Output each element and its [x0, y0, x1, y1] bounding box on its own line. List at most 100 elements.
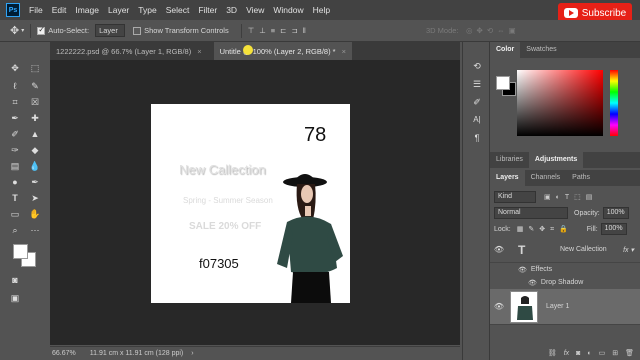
new-layer-icon[interactable]: ⊞: [612, 349, 618, 357]
link-icon[interactable]: ⛓: [548, 349, 557, 357]
filter-icons[interactable]: ▣◐T⬚▤: [544, 193, 597, 201]
youtube-play-icon: [563, 8, 578, 18]
color-picker-field[interactable]: [517, 70, 603, 136]
lock-row: Lock: ▦✎✥⌗🔒 Fill: 100%: [490, 221, 640, 237]
lasso-tool-icon[interactable]: ℓ: [9, 80, 21, 92]
menu-view[interactable]: View: [246, 5, 264, 15]
character-icon[interactable]: A|: [471, 114, 483, 126]
lock-icons[interactable]: ▦✎✥⌗🔒: [517, 225, 573, 234]
tab-swatches[interactable]: Swatches: [520, 42, 562, 58]
document-canvas[interactable]: 78 New Callection Spring - Summer Season…: [151, 104, 350, 303]
blend-mode-dropdown[interactable]: Normal: [494, 207, 568, 219]
zoom-level[interactable]: 66.67%: [52, 350, 76, 357]
eye-icon[interactable]: 👁: [492, 245, 506, 254]
panel-dock-strip: ⟲ ☰ ✐ A| ¶: [462, 42, 490, 360]
move-tool-icon[interactable]: ✥: [10, 24, 19, 37]
subscribe-label: Subscribe: [581, 7, 627, 19]
menu-filter[interactable]: Filter: [198, 5, 217, 15]
folder-icon[interactable]: ▭: [599, 349, 606, 357]
paragraph-icon[interactable]: ¶: [471, 132, 483, 144]
quick-select-tool-icon[interactable]: ✎: [29, 80, 41, 92]
layer-row-text[interactable]: 👁 T New Callection fx ▾: [490, 237, 640, 263]
hue-slider[interactable]: [610, 70, 618, 136]
layer-row-image[interactable]: 👁 Layer 1: [490, 289, 640, 325]
menu-layer[interactable]: Layer: [108, 5, 129, 15]
tab-layers[interactable]: Layers: [490, 170, 525, 186]
frame-tool-icon[interactable]: ☒: [29, 96, 41, 108]
menu-edit[interactable]: Edit: [52, 5, 67, 15]
tab-label: 1222222.psd @ 66.7% (Layer 1, RGB/8): [56, 46, 192, 56]
options-bar: ✥ ▾ Auto-Select: Layer Show Transform Co…: [0, 20, 640, 42]
mask-icon[interactable]: ◙: [576, 350, 580, 357]
fx-icon[interactable]: fx ▾: [623, 246, 634, 254]
menu-image[interactable]: Image: [75, 5, 99, 15]
status-bar: 66.67% 11.91 cm x 11.91 cm (128 ppi) ›: [50, 346, 460, 360]
tab-channels[interactable]: Channels: [525, 170, 567, 186]
gradient-tool-icon[interactable]: ▤: [9, 160, 21, 172]
shape-tool-icon[interactable]: ▭: [9, 208, 21, 220]
eyedropper-tool-icon[interactable]: ✒: [9, 112, 21, 124]
close-icon[interactable]: ×: [342, 47, 346, 56]
auto-select-checkbox[interactable]: [37, 25, 46, 35]
pen-tool-icon[interactable]: ✒: [29, 176, 41, 188]
tab-libraries[interactable]: Libraries: [490, 152, 529, 168]
tab-document-2[interactable]: Untitle @ 100% (Layer 2, RGB/8) * ×: [213, 42, 352, 60]
stamp-tool-icon[interactable]: ▲: [29, 128, 41, 140]
foreground-color-swatch[interactable]: [496, 76, 510, 90]
menu-help[interactable]: Help: [313, 5, 330, 15]
show-transform-checkbox[interactable]: [133, 26, 142, 35]
align-icons[interactable]: ⊤⊥≡⊏⊐‖: [248, 26, 311, 35]
layer-effects-row[interactable]: 👁 Effects: [490, 263, 640, 276]
tab-adjustments[interactable]: Adjustments: [528, 152, 584, 168]
eye-icon[interactable]: 👁: [492, 302, 506, 311]
chevron-right-icon[interactable]: ›: [191, 350, 193, 357]
menu-type[interactable]: Type: [138, 5, 156, 15]
screen-mode-icon[interactable]: ▣: [9, 292, 21, 304]
brush-settings-icon[interactable]: ✐: [471, 96, 483, 108]
zoom-tool-icon[interactable]: ⌕: [9, 224, 21, 236]
trash-icon[interactable]: 🗑: [625, 349, 634, 357]
blur-tool-icon[interactable]: 💧: [29, 160, 41, 172]
menu-select[interactable]: Select: [166, 5, 190, 15]
crop-tool-icon[interactable]: ⌗: [9, 96, 21, 108]
adjustment-icon[interactable]: ◐: [587, 350, 591, 357]
move-tool-icon[interactable]: ✥: [9, 62, 21, 74]
foreground-color-swatch[interactable]: [13, 244, 28, 259]
properties-icon[interactable]: ☰: [471, 78, 483, 90]
eraser-tool-icon[interactable]: ◆: [29, 144, 41, 156]
fill-input[interactable]: 100%: [600, 223, 627, 235]
eye-icon[interactable]: 👁: [518, 266, 527, 274]
tab-color[interactable]: Color: [490, 42, 521, 58]
healing-tool-icon[interactable]: ✚: [29, 112, 41, 124]
tab-paths[interactable]: Paths: [566, 170, 596, 186]
adjustments-panel-tabs: Libraries Adjustments: [490, 152, 640, 168]
path-select-tool-icon[interactable]: ➤: [29, 192, 41, 204]
text-layer-icon: T: [518, 242, 526, 257]
tab-document-1[interactable]: 1222222.psd @ 66.7% (Layer 1, RGB/8) ×: [50, 42, 208, 60]
history-brush-icon[interactable]: ✑: [9, 144, 21, 156]
eye-icon[interactable]: 👁: [528, 279, 537, 287]
dodge-tool-icon[interactable]: ●: [9, 176, 21, 188]
cursor-highlight: [242, 45, 253, 55]
marquee-tool-icon[interactable]: ⬚: [29, 62, 41, 74]
auto-select-dropdown[interactable]: Layer: [95, 24, 126, 37]
drop-shadow-row[interactable]: 👁 Drop Shadow: [490, 276, 640, 289]
close-icon[interactable]: ×: [197, 47, 201, 56]
opacity-input[interactable]: 100%: [602, 207, 629, 219]
more-tools-icon[interactable]: ⋯: [29, 224, 41, 236]
menu-3d[interactable]: 3D: [226, 5, 237, 15]
blend-row: Normal Opacity: 100%: [490, 205, 640, 221]
menu-file[interactable]: File: [29, 5, 43, 15]
quick-mask-icon[interactable]: ◙: [9, 274, 21, 286]
history-icon[interactable]: ⟲: [471, 60, 483, 72]
type-tool-icon[interactable]: T: [9, 192, 21, 204]
layer-thumbnail: [510, 290, 538, 323]
hand-tool-icon[interactable]: ✋: [29, 208, 41, 220]
photoshop-logo-icon[interactable]: Ps: [6, 3, 20, 17]
filter-kind-dropdown[interactable]: Kind: [494, 191, 536, 203]
chevron-down-icon[interactable]: ▾: [21, 27, 24, 34]
menu-window[interactable]: Window: [273, 5, 303, 15]
fx-icon[interactable]: fx: [564, 350, 569, 357]
opacity-label: Opacity:: [574, 209, 600, 217]
brush-tool-icon[interactable]: ✐: [9, 128, 21, 140]
